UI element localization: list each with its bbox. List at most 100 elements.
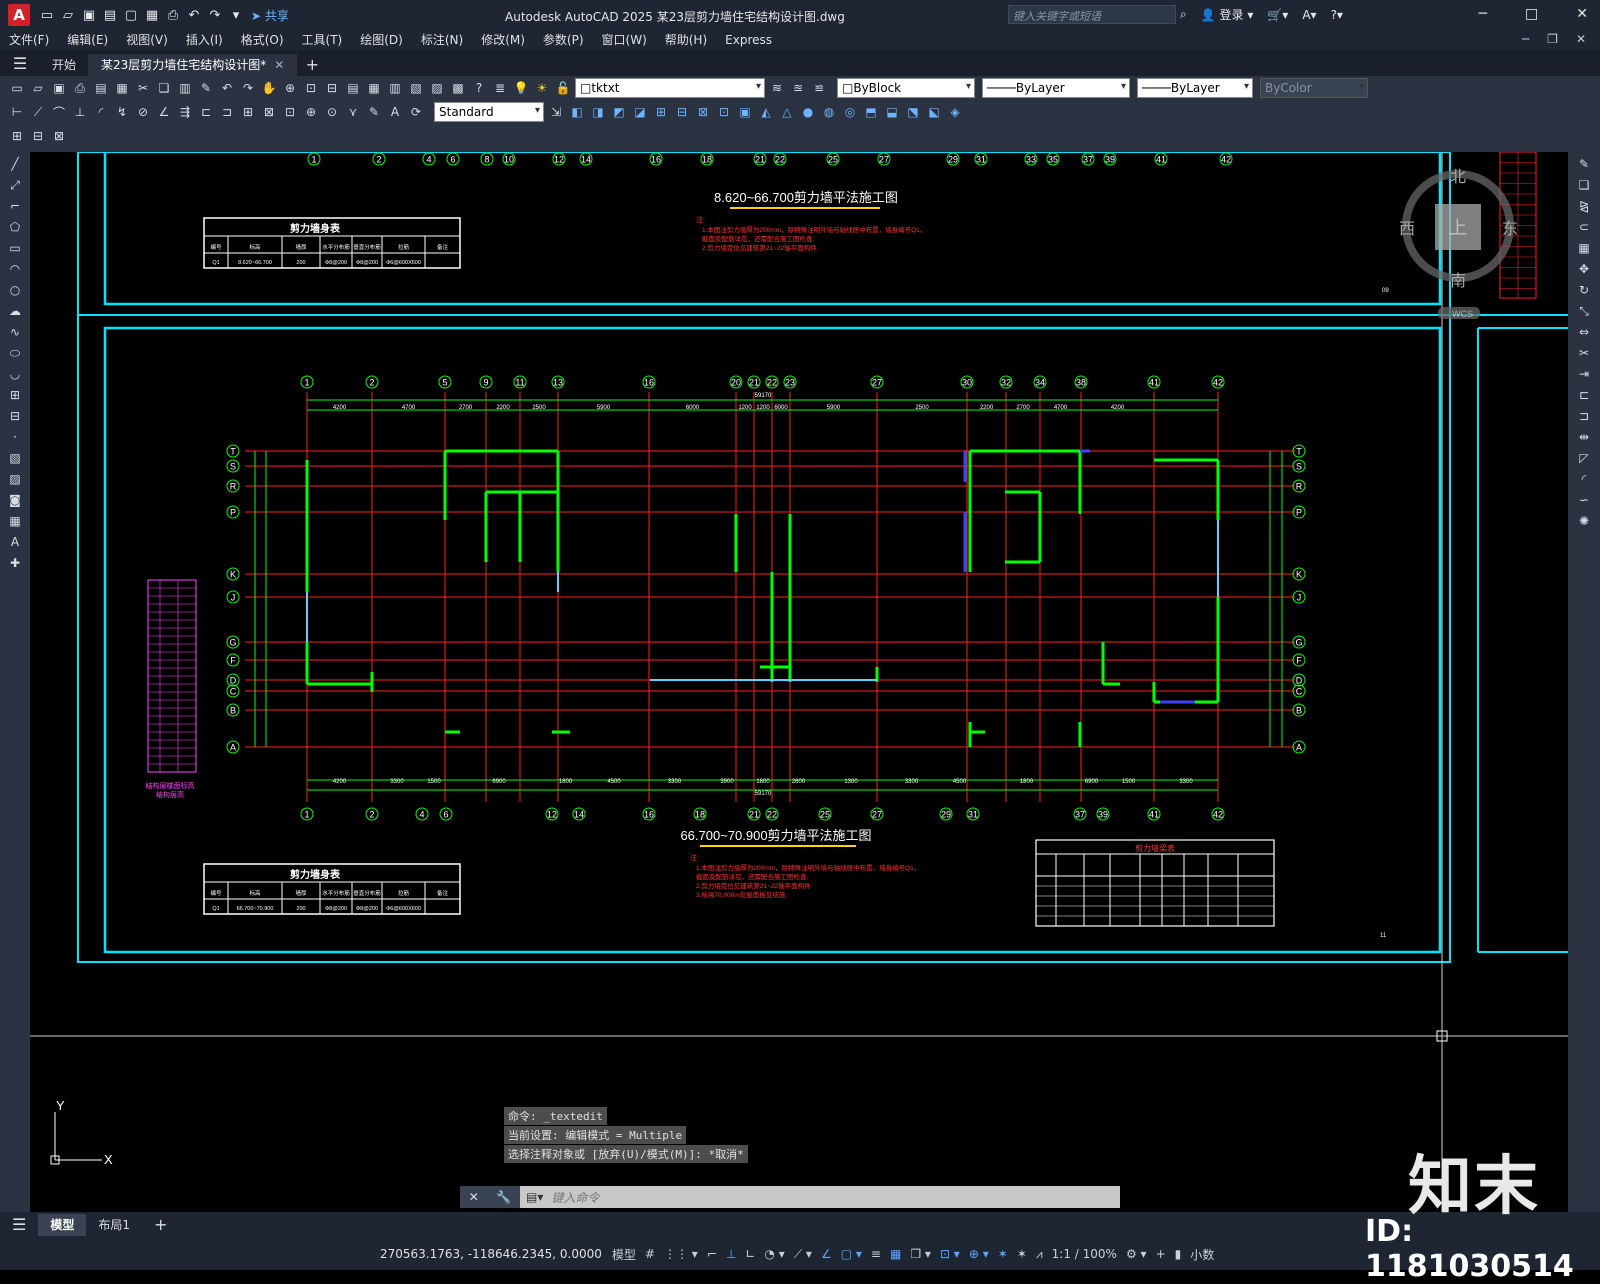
save-web-icon[interactable]: ▦ [143,6,161,24]
transparency-icon[interactable]: ▦ [890,1247,901,1261]
layer-on-icon[interactable]: 💡 [512,79,530,97]
auto-scale-icon[interactable]: ✶ [1017,1247,1027,1261]
ellipse-icon[interactable]: ⬭ [6,344,24,362]
model-space-button[interactable]: 模型 [612,1246,636,1263]
lineweight-icon[interactable]: ≡ [871,1247,881,1261]
markup-icon[interactable]: ▨ [428,79,446,97]
save-icon[interactable]: ▣ [80,6,98,24]
join-icon[interactable]: ⇹ [1575,428,1593,446]
text-style-dropdown[interactable]: Standard ▾ [434,102,544,122]
menu-insert[interactable]: 插入(I) [177,30,232,50]
rectangle-icon[interactable]: ▭ [6,239,24,257]
solid-wedge-icon[interactable]: ◭ [757,103,775,121]
save-icon[interactable]: ▣ [50,79,68,97]
make-current-icon[interactable]: ≋ [768,79,786,97]
dim-space-icon[interactable]: ⊞ [239,103,257,121]
jogged-linear-icon[interactable]: ⋎ [344,103,362,121]
autocad-app-icon[interactable]: A [8,4,30,26]
menu-file[interactable]: 文件(F) [0,30,58,50]
layout-menu-icon[interactable]: ☰ [0,1214,38,1236]
scale-icon[interactable]: ⤡ [1575,302,1593,320]
annotation-visibility-icon[interactable]: ✶ [998,1247,1008,1261]
dim-jogged-icon[interactable]: ↯ [113,103,131,121]
menu-window[interactable]: 窗口(W) [593,30,656,50]
layer-previous-icon[interactable]: ≊ [789,79,807,97]
dim-angular-icon[interactable]: ∠ [155,103,173,121]
doc-restore-icon[interactable]: ❐ [1547,32,1558,46]
isodraft-icon[interactable]: ⟋ ▾ [794,1247,812,1262]
save-as-icon[interactable]: ▤ [101,6,119,24]
login-button[interactable]: 👤 登录 ▾ [1201,6,1254,23]
close-icon[interactable]: ✕ [1576,6,1588,22]
zoom-realtime-icon[interactable]: ⊕ [281,79,299,97]
publish-icon[interactable]: ▦ [113,79,131,97]
fillet-icon[interactable]: ◜ [1575,470,1593,488]
dim-edit-icon[interactable]: ✎ [365,103,383,121]
region-icon[interactable]: ◙ [6,491,24,509]
solid-cylinder-icon[interactable]: ◍ [820,103,838,121]
viewcube-west[interactable]: 西 [1399,221,1415,238]
inspect-icon[interactable]: ⊙ [323,103,341,121]
view-right-icon[interactable]: ◪ [631,103,649,121]
grid-icon[interactable]: # [645,1247,655,1261]
help-icon[interactable]: ? [470,79,488,97]
command-recent-icon[interactable]: ▤▾ [526,1190,543,1204]
ucs-zaxis-icon[interactable]: ⊡ [715,103,733,121]
dim-quick-icon[interactable]: ⇶ [176,103,194,121]
chamfer-icon[interactable]: ◸ [1575,449,1593,467]
properties-icon[interactable]: ▤ [344,79,362,97]
dim-update-icon[interactable]: ⟳ [407,103,425,121]
qnew-icon[interactable]: ▭ [8,79,26,97]
dim-continue-icon[interactable]: ⊐ [218,103,236,121]
infer-constraints-icon[interactable]: ⌐ [707,1247,717,1261]
spline-icon[interactable]: ∿ [6,323,24,341]
offset-icon[interactable]: ⊂ [1575,218,1593,236]
view-left-icon[interactable]: ◩ [610,103,628,121]
zoom-window-icon[interactable]: ⊡ [302,79,320,97]
help-icon[interactable]: ?▾ [1331,8,1343,22]
raster-image-icon[interactable]: ⊠ [50,127,68,145]
tab-layout1[interactable]: 布局1 [86,1214,142,1236]
add-selected-icon[interactable]: ✚ [6,554,24,572]
object-snap-tracking-icon[interactable]: ∠ [821,1247,832,1261]
match-properties-icon[interactable]: ✎ [197,79,215,97]
layer-state-icon[interactable]: ≌ [810,79,828,97]
layer-freeze-icon[interactable]: ☀ [533,79,551,97]
coordinate-readout[interactable]: 270563.1763, -118646.2345, 0.0000 [380,1247,602,1261]
dim-break-icon[interactable]: ⊠ [260,103,278,121]
close-command-icon[interactable]: ✕ [469,1190,479,1204]
copy-icon[interactable]: ❏ [155,79,173,97]
annotation-scale-icon[interactable]: ⩘ [1036,1247,1043,1262]
view-front-icon[interactable]: ◧ [568,103,586,121]
dynamic-input-icon[interactable]: ⊥ [726,1247,736,1261]
undo-icon[interactable]: ↶ [218,79,236,97]
viewcube-north[interactable]: 北 [1450,168,1466,186]
menu-dimension[interactable]: 标注(N) [412,30,472,50]
line-icon[interactable]: ╱ [6,155,24,173]
mtext-icon[interactable]: A [6,533,24,551]
trim-icon[interactable]: ✂ [1575,344,1593,362]
rotate-icon[interactable]: ↻ [1575,281,1593,299]
construction-line-icon[interactable]: ⤢ [6,176,24,194]
center-mark-icon[interactable]: ⊕ [302,103,320,121]
solid-union-icon[interactable]: ⬔ [904,103,922,121]
ucs-world-icon[interactable]: ⊟ [673,103,691,121]
design-center-icon[interactable]: ▦ [365,79,383,97]
gradient-icon[interactable]: ▨ [6,470,24,488]
mirror-icon[interactable]: ⧎ [1575,197,1593,215]
ucs-origin-icon[interactable]: ⊠ [694,103,712,121]
tab-close-icon[interactable]: ✕ [274,58,284,72]
dim-linear-icon[interactable]: ⊢ [8,103,26,121]
copy-object-icon[interactable]: ❏ [1575,176,1593,194]
tool-palette-icon[interactable]: ▥ [386,79,404,97]
cart-icon[interactable]: 🛒▾ [1267,8,1288,22]
lineweight-dropdown[interactable]: ──── ByLayer ▾ [1137,78,1253,98]
tolerance-icon[interactable]: ⊡ [281,103,299,121]
menu-parametric[interactable]: 参数(P) [534,30,593,50]
arc-icon[interactable]: ◠ [6,260,24,278]
tab-model[interactable]: 模型 [38,1214,87,1236]
dynamic-ucs-icon[interactable]: ⊕ ▾ [969,1247,989,1261]
viewcube-east[interactable]: 东 [1502,220,1518,238]
minimize-icon[interactable]: ─ [1479,6,1487,22]
menu-draw[interactable]: 绘图(D) [351,30,412,50]
